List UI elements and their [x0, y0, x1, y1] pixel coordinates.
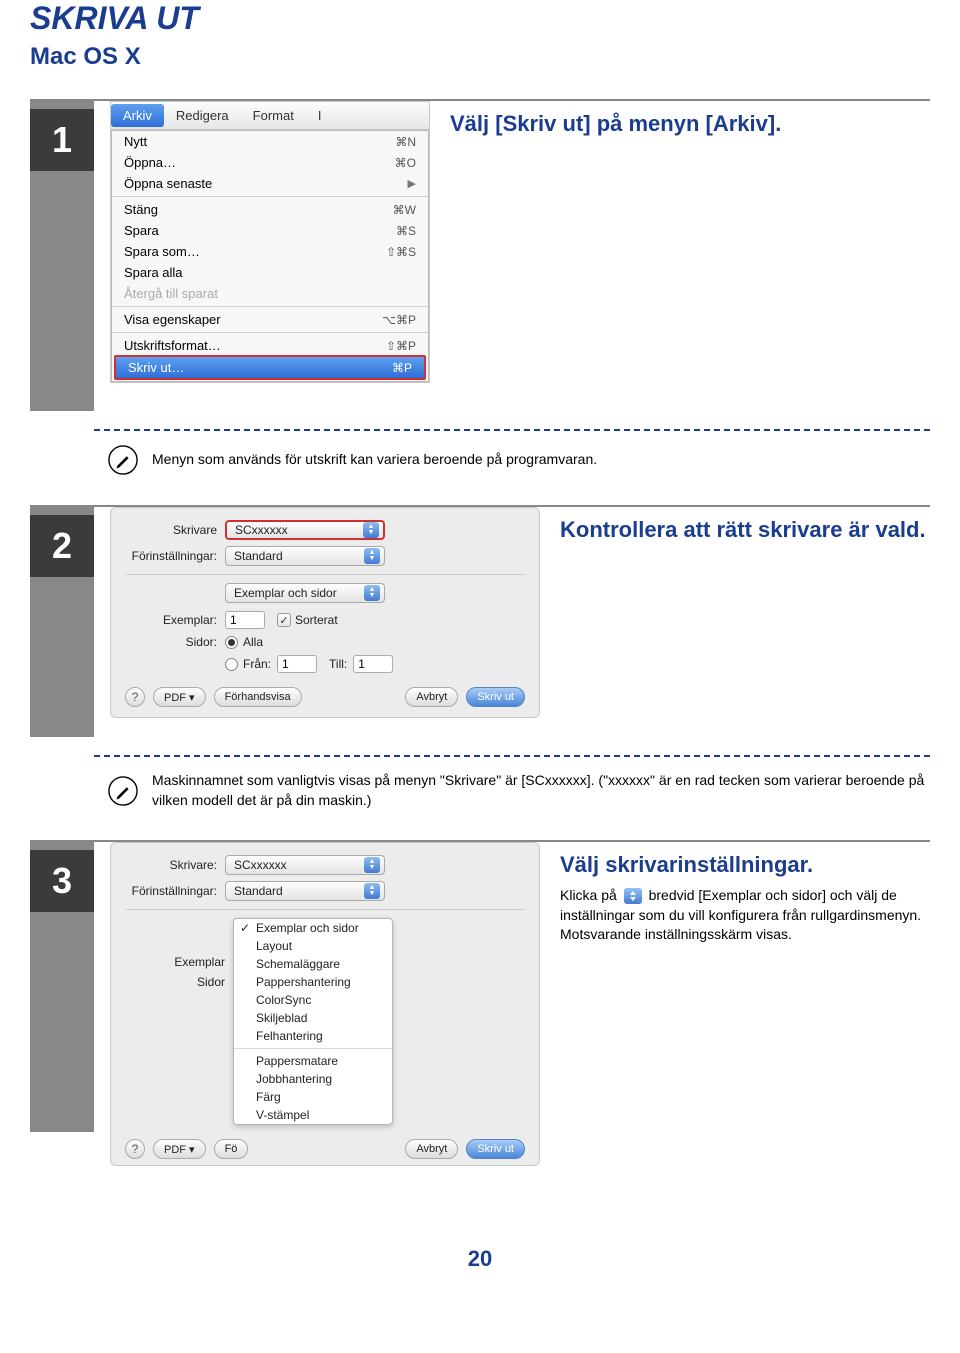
- page-subtitle: Mac OS X: [30, 43, 930, 71]
- print-dialog-screenshot: Skrivare SCxxxxxx ▲▼ Förinställningar: S…: [110, 507, 540, 718]
- menu-item-spara-alla[interactable]: Spara alla: [112, 262, 428, 283]
- menubar-tab-extra[interactable]: I: [306, 104, 334, 127]
- dropdown-item[interactable]: Pappersmatare: [234, 1052, 392, 1070]
- step-number: 3: [30, 850, 94, 912]
- menubar-tab-format[interactable]: Format: [241, 104, 306, 127]
- updown-arrows-icon: ▲▼: [363, 522, 379, 538]
- dropdown-separator: [234, 1048, 392, 1049]
- printer-dropdown[interactable]: SCxxxxxx ▲▼: [225, 520, 385, 540]
- menu-item-oppna-senaste[interactable]: Öppna senaste▶: [112, 173, 428, 194]
- menu-item-utskriftsformat[interactable]: Utskriftsformat…⇧⌘P: [112, 335, 428, 356]
- step-body: Klicka på bredvid [Exemplar och sidor] o…: [560, 886, 930, 945]
- pages-to-input[interactable]: [353, 655, 393, 673]
- menu-separator: [112, 306, 428, 307]
- printer-label: Skrivare: [125, 523, 225, 537]
- pages-to-label: Till:: [329, 657, 347, 671]
- collated-label: Sorterat: [295, 613, 338, 627]
- step-number: 1: [30, 109, 94, 171]
- copies-input[interactable]: [225, 611, 265, 629]
- updown-arrows-icon: ▲▼: [364, 548, 380, 564]
- presets-label: Förinställningar:: [125, 884, 225, 898]
- presets-label: Förinställningar:: [125, 549, 225, 563]
- note-text: Maskinnamnet som vanligtvis visas på men…: [152, 771, 930, 810]
- dropdown-item[interactable]: Felhantering: [234, 1027, 392, 1045]
- pages-from-input[interactable]: [277, 655, 317, 673]
- page-title: SKRIVA UT: [30, 0, 930, 37]
- copies-label: Exemplar:: [125, 613, 225, 627]
- submenu-arrow-icon: ▶: [408, 177, 416, 190]
- presets-dropdown[interactable]: Standard ▲▼: [225, 881, 385, 901]
- section-dropdown[interactable]: Exemplar och sidor ▲▼: [225, 583, 385, 603]
- updown-arrows-icon: ▲▼: [364, 883, 380, 899]
- menu-item-oppna[interactable]: Öppna…⌘O: [112, 152, 428, 173]
- menubar-tab-redigera[interactable]: Redigera: [164, 104, 241, 127]
- print-button[interactable]: Skriv ut: [466, 687, 525, 707]
- updown-arrows-icon: ▲▼: [364, 585, 380, 601]
- cancel-button[interactable]: Avbryt: [405, 687, 458, 707]
- note-text: Menyn som används för utskrift kan varie…: [152, 450, 597, 470]
- menu-item-spara-som[interactable]: Spara som…⇧⌘S: [112, 241, 428, 262]
- arkiv-menu-screenshot: Arkiv Redigera Format I Nytt⌘N Öppna…⌘O …: [110, 101, 430, 383]
- dashed-separator: [94, 429, 930, 431]
- menu-item-visa-egenskaper[interactable]: Visa egenskaper⌥⌘P: [112, 309, 428, 330]
- step-2: 2 Skrivare SCxxxxxx ▲▼ Förinställningar:: [30, 505, 930, 737]
- menu-item-skriv-ut[interactable]: Skriv ut…⌘P: [114, 355, 426, 380]
- dropdown-item[interactable]: V-stämpel: [234, 1106, 392, 1124]
- cancel-button[interactable]: Avbryt: [405, 1139, 458, 1159]
- step-heading: Välj [Skriv ut] på menyn [Arkiv].: [450, 111, 930, 137]
- help-button[interactable]: ?: [125, 687, 145, 707]
- menu-separator: [112, 332, 428, 333]
- pdf-button[interactable]: PDF ▾: [153, 1139, 206, 1159]
- dropdown-item[interactable]: ColorSync: [234, 991, 392, 1009]
- pages-all-label: Alla: [243, 635, 263, 649]
- print-button[interactable]: Skriv ut: [466, 1139, 525, 1159]
- pages-all-radio[interactable]: [225, 636, 238, 649]
- step-heading: Välj skrivarinställningar.: [560, 852, 930, 878]
- step-number: 2: [30, 515, 94, 577]
- dialog-divider: [125, 574, 525, 575]
- print-dialog-dropdown-screenshot: Skrivare: SCxxxxxx ▲▼ Förinställningar: …: [110, 842, 540, 1166]
- pdf-button[interactable]: PDF ▾: [153, 687, 206, 707]
- menu-item-aterga: Återgå till sparat: [112, 283, 428, 304]
- menu-item-stang[interactable]: Stäng⌘W: [112, 199, 428, 220]
- dropdown-item[interactable]: Färg: [234, 1088, 392, 1106]
- pages-abbr: Sidor: [125, 975, 225, 989]
- updown-arrows-icon: ▲▼: [364, 857, 380, 873]
- pages-range-radio[interactable]: [225, 658, 238, 671]
- dropdown-item[interactable]: Skiljeblad: [234, 1009, 392, 1027]
- printer-label: Skrivare:: [125, 858, 225, 872]
- fo-button-fragment[interactable]: Fö: [214, 1139, 249, 1159]
- help-button[interactable]: ?: [125, 1139, 145, 1159]
- menu-item-nytt[interactable]: Nytt⌘N: [112, 131, 428, 152]
- step-heading: Kontrollera att rätt skrivare är vald.: [560, 517, 930, 543]
- updown-arrows-icon: [624, 888, 642, 904]
- preview-button[interactable]: Förhandsvisa: [214, 687, 302, 707]
- collated-checkbox[interactable]: ✓: [277, 613, 291, 627]
- pencil-note-icon: [108, 445, 138, 475]
- menu-item-spara[interactable]: Spara⌘S: [112, 220, 428, 241]
- copies-abbr: Exemplar: [125, 955, 225, 969]
- pages-from-label: Från:: [243, 657, 271, 671]
- menu-separator: [112, 196, 428, 197]
- menubar-tab-arkiv[interactable]: Arkiv: [111, 104, 164, 127]
- presets-dropdown[interactable]: Standard ▲▼: [225, 546, 385, 566]
- section-dropdown-open[interactable]: Exemplar och sidor Layout Schemaläggare …: [233, 918, 393, 1125]
- dropdown-item[interactable]: Layout: [234, 937, 392, 955]
- step-3: 3 Skrivare: SCxxxxxx ▲▼ Förinställningar…: [30, 840, 930, 1166]
- note-row: Menyn som används för utskrift kan varie…: [108, 445, 930, 475]
- note-row: Maskinnamnet som vanligtvis visas på men…: [108, 771, 930, 810]
- printer-dropdown[interactable]: SCxxxxxx ▲▼: [225, 855, 385, 875]
- pages-label: Sidor:: [125, 635, 225, 649]
- dialog-divider: [125, 909, 525, 910]
- pencil-note-icon: [108, 776, 138, 806]
- dropdown-item[interactable]: Jobbhantering: [234, 1070, 392, 1088]
- dropdown-item-exemplar[interactable]: Exemplar och sidor: [234, 919, 392, 937]
- page-number: 20: [30, 1246, 930, 1272]
- step-1: 1 Arkiv Redigera Format I Nytt⌘N Öppna…⌘…: [30, 99, 930, 411]
- dashed-separator: [94, 755, 930, 757]
